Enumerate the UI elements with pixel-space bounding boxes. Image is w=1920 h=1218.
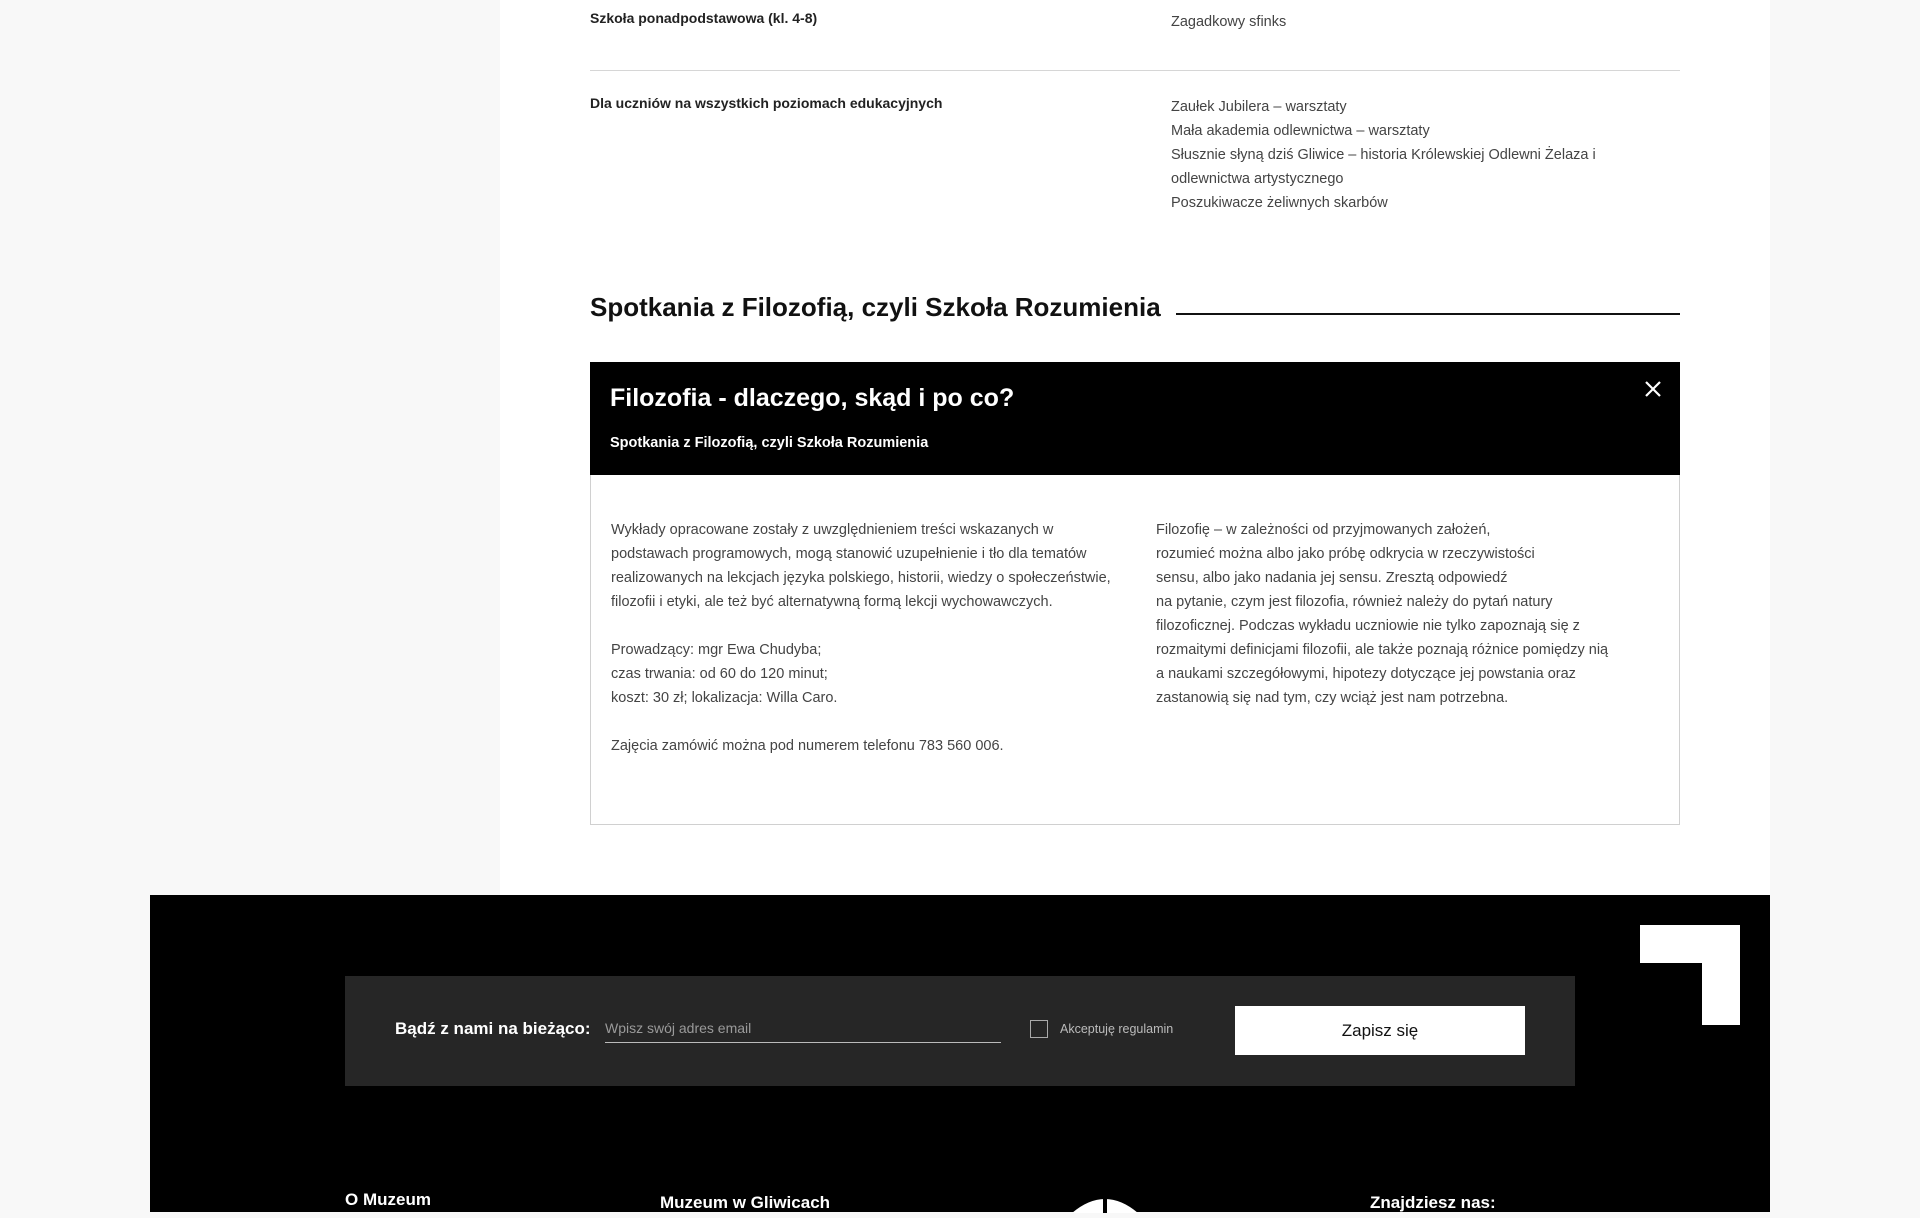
description-line: rozmaitymi definicjami filozofii, ale ta… [1156, 642, 1609, 658]
footer-heading-museum: Muzeum w Gliwicach [660, 1193, 831, 1212]
education-items: Zagadkowy sfinks [1171, 10, 1671, 34]
education-level: Dla uczniów na wszystkich poziomach eduk… [590, 95, 943, 111]
program-cost-location: koszt: 30 zł; lokalizacja: Willa Caro. [611, 690, 838, 706]
description-line: filozoficznej. Podczas wykładu uczniowie… [1156, 618, 1580, 634]
education-items: Zaułek Jubilera – warsztaty Mała akademi… [1171, 95, 1671, 215]
terms-checkbox[interactable] [1030, 1020, 1048, 1038]
program-card-header[interactable]: Filozofia - dlaczego, skąd i po co? Spot… [590, 362, 1680, 475]
close-icon[interactable] [1640, 376, 1666, 402]
main-content: Szkoła ponadpodstawowa (kl. 4-8) Zagadko… [500, 0, 1770, 895]
footer: Bądź z nami na bieżąco: Akceptuję regula… [150, 895, 1770, 1213]
education-item-link[interactable]: Zagadkowy sfinks [1171, 10, 1671, 34]
program-contact: Zajęcia zamówić można pod numerem telefo… [611, 738, 1004, 754]
education-level: Szkoła ponadpodstawowa (kl. 4-8) [590, 10, 818, 26]
program-instructor: Prowadzący: mgr Ewa Chudyba; [611, 642, 822, 658]
description-line: a naukami szczegółowymi, hipotezy dotycz… [1156, 666, 1576, 682]
education-item-link[interactable]: Słusznie słyną dziś Gliwice – historia K… [1171, 143, 1671, 191]
education-row: Szkoła ponadpodstawowa (kl. 4-8) Zagadko… [590, 10, 1680, 71]
newsletter-form: Bądź z nami na bieżąco: Akceptuję regula… [345, 976, 1575, 1086]
education-item-link[interactable]: Zaułek Jubilera – warsztaty [1171, 95, 1671, 119]
description-line: zastanowią się nad tym, czy wciąż jest n… [1156, 690, 1509, 706]
newsletter-email-input[interactable] [605, 1014, 1001, 1043]
program-description-left: Wykłady opracowane zostały z uwzględnien… [611, 518, 1111, 782]
program-card-title: Filozofia - dlaczego, skąd i po co? [610, 384, 1015, 412]
section-heading: Spotkania z Filozofią, czyli Szkoła Rozu… [590, 292, 1161, 322]
section-divider [1176, 313, 1680, 315]
newsletter-label: Bądź z nami na bieżąco: [395, 1019, 591, 1038]
description-line: rozumieć można albo jako próbę odkrycia … [1156, 546, 1535, 562]
program-intro: Wykłady opracowane zostały z uwzględnien… [611, 522, 1111, 610]
footer-emblem-icon [1070, 1191, 1140, 1218]
education-item-link[interactable]: Mała akademia odlewnictwa – warsztaty [1171, 119, 1671, 143]
content-column: Szkoła ponadpodstawowa (kl. 4-8) Zagadko… [590, 0, 1680, 895]
description-line: sensu, albo jako nadania jej sensu. Zres… [1156, 570, 1508, 586]
program-duration: czas trwania: od 60 do 120 minut; [611, 666, 828, 682]
description-line: Filozofię – w zależności od przyjmowanyc… [1156, 522, 1491, 538]
museum-logo-icon [1640, 925, 1740, 1025]
footer-heading-social: Znajdziesz nas: [1370, 1193, 1496, 1212]
footer-heading-about[interactable]: O Muzeum [345, 1190, 431, 1210]
program-description-right: Filozofię – w zależności od przyjmowanyc… [1156, 518, 1661, 710]
program-card-subtitle: Spotkania z Filozofią, czyli Szkoła Rozu… [610, 435, 929, 451]
description-line: na pytanie, czym jest filozofia, również… [1156, 594, 1553, 610]
subscribe-button[interactable]: Zapisz się [1235, 1006, 1525, 1055]
terms-label[interactable]: Akceptuję regulamin [1060, 1022, 1173, 1036]
education-item-link[interactable]: Poszukiwacze żeliwnych skarbów [1171, 191, 1671, 215]
program-details: Prowadzący: mgr Ewa Chudyba; czas trwani… [611, 638, 1111, 710]
program-card-body: Wykłady opracowane zostały z uwzględnien… [590, 475, 1680, 825]
